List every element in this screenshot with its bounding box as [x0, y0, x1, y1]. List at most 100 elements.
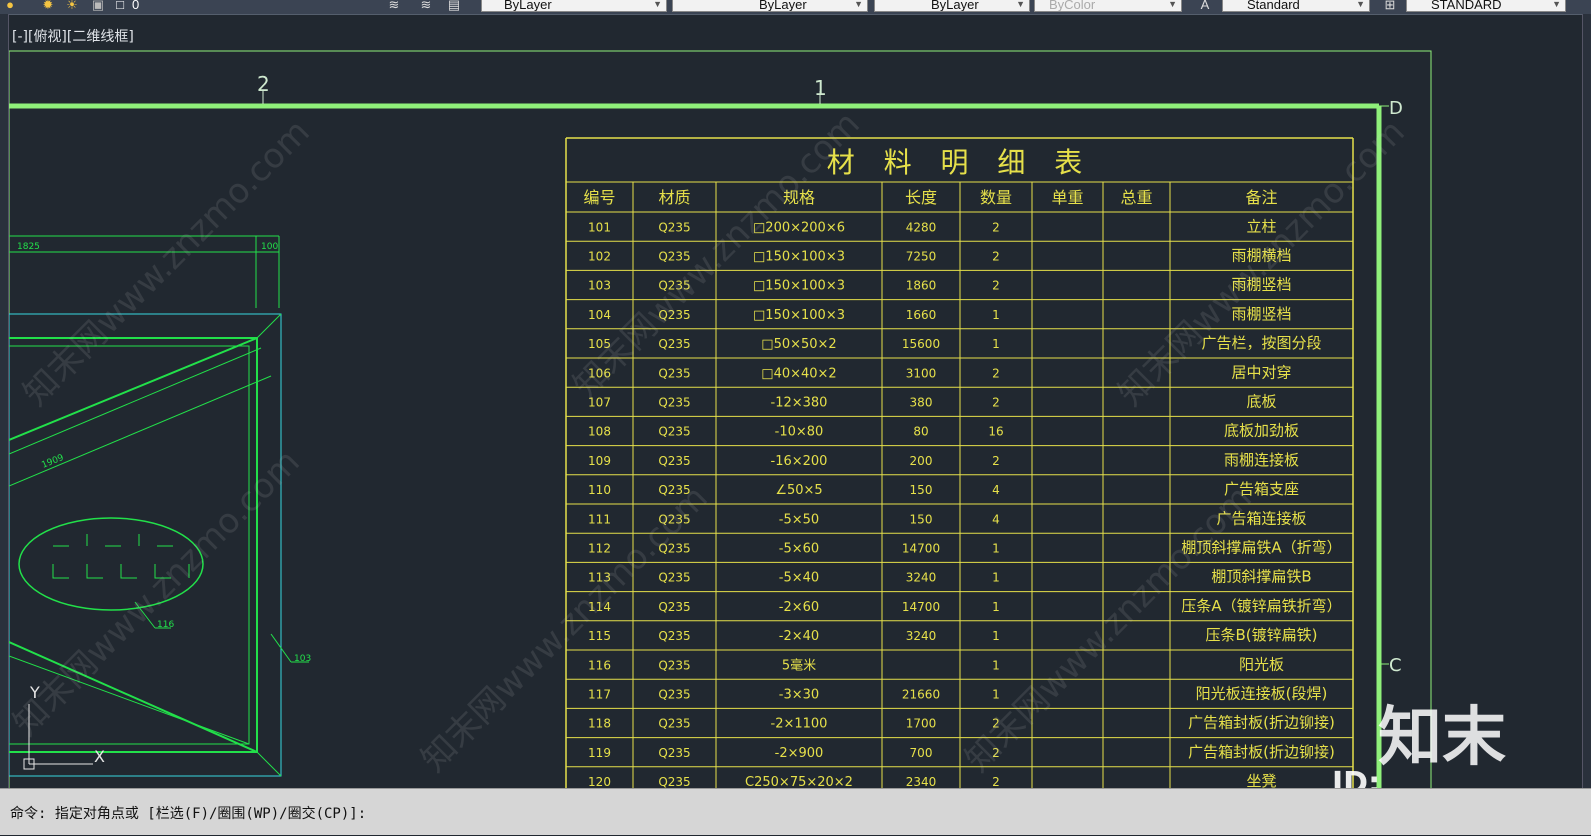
table-cell: 16 — [988, 425, 1003, 439]
viewport-controls-label[interactable]: [-][俯视][二维线框] — [12, 26, 134, 46]
table-cell: 15600 — [902, 337, 940, 351]
table-cell: 2 — [992, 279, 1000, 293]
table-cell: 116 — [588, 658, 611, 672]
table-cell: Q235 — [658, 775, 690, 788]
table-cell: -10×80 — [775, 425, 824, 440]
table-cell: Q235 — [658, 600, 690, 614]
tag-103: 103 — [294, 654, 311, 664]
table-cell: Q235 — [658, 746, 690, 760]
table-cell: Q235 — [658, 395, 690, 409]
dim-style-dropdown-label: STANDARD — [1431, 0, 1502, 12]
tag-116: 116 — [157, 620, 174, 630]
table-cell: 101 — [588, 220, 611, 234]
material-table: 材 料 明 细 表编号 材质 规格 长度 数量 单重 总重 备注101 Q235 □200×200… — [565, 137, 1354, 788]
table-cell: 2 — [992, 395, 1000, 409]
table-cell: 103 — [588, 279, 611, 293]
plotstyle-dropdown[interactable]: ByColor ▼ — [1034, 0, 1182, 12]
table-cell: 102 — [588, 249, 611, 263]
table-cell: 1860 — [906, 279, 937, 293]
table-cell: 广告箱封板(折边铆接) — [1188, 743, 1335, 761]
color-dropdown[interactable]: ByLayer ▼ — [481, 0, 667, 12]
left-scrollbar[interactable] — [0, 14, 9, 788]
table-cell: 150 — [910, 512, 933, 526]
linetype-dropdown[interactable]: ByLayer ▼ — [672, 0, 868, 12]
table-cell: 2 — [992, 775, 1000, 788]
lock-icon[interactable]: ▣ — [90, 0, 106, 12]
sheet-border — [9, 50, 1432, 788]
table-cell: 117 — [588, 687, 611, 701]
table-cell: 14700 — [902, 600, 940, 614]
linetype-dropdown-label: ByLayer — [759, 0, 807, 12]
command-line[interactable]: 命令: 指定对角点或 [栏选(F)/圈围(WP)/圈交(CP)]: — [0, 788, 1591, 835]
dim-100: 100 — [261, 242, 278, 252]
layer-states-icon[interactable]: ≋ — [386, 0, 402, 12]
layer-previous-icon[interactable]: ▤ — [446, 0, 462, 12]
table-cell: 4280 — [906, 220, 937, 234]
table-cell: Q235 — [658, 629, 690, 643]
table-cell: □40×40×2 — [761, 366, 836, 381]
table-cell: 2340 — [906, 775, 937, 788]
sun-icon[interactable]: ✹ — [40, 0, 56, 12]
table-cell: -2×1100 — [771, 717, 828, 732]
table-cell: 700 — [910, 746, 933, 760]
table-header-cell: 数量 — [980, 188, 1012, 207]
layer-match-icon[interactable]: ≋ — [418, 0, 434, 12]
right-scrollbar[interactable] — [1582, 14, 1591, 788]
table-cell: 7250 — [906, 249, 937, 263]
table-header-cell: 单重 — [1051, 188, 1083, 207]
brand-logo: 知末 — [1378, 701, 1506, 775]
grid-label-2: 2 — [257, 72, 270, 96]
table-cell: 4 — [992, 512, 1000, 526]
table-cell: 110 — [588, 483, 611, 497]
chevron-down-icon: ▼ — [1552, 0, 1561, 9]
table-cell: □150×100×3 — [753, 249, 845, 264]
table-header-cell: 编号 — [583, 188, 615, 207]
grid-label-1: 1 — [814, 76, 827, 100]
table-cell: 压条A（镀锌扁铁折弯） — [1181, 597, 1341, 615]
table-cell: 111 — [588, 512, 611, 526]
layer-dropdown[interactable]: 0 — [132, 0, 139, 12]
table-cell: 1 — [992, 600, 1000, 614]
bulb-icon[interactable]: ● — [2, 0, 18, 12]
table-cell: Q235 — [658, 366, 690, 380]
command-prompt: 命令: 指定对角点或 [栏选(F)/圈围(WP)/圈交(CP)]: — [10, 806, 367, 822]
plotstyle-dropdown-label: ByColor — [1049, 0, 1096, 12]
table-cell: 阳光板 — [1239, 655, 1284, 673]
table-cell: 109 — [588, 454, 611, 468]
dim-1909: 1909 — [40, 453, 65, 471]
table-cell: 118 — [588, 717, 611, 731]
table-cell: 3240 — [906, 629, 937, 643]
table-cell: -2×60 — [779, 600, 819, 615]
dim-style-icon[interactable]: ⊞ — [1382, 0, 1398, 12]
text-style-icon[interactable]: A — [1197, 0, 1213, 12]
table-cell: 广告箱封板(折边铆接) — [1188, 714, 1335, 732]
text-style-dropdown[interactable]: Standard ▼ — [1222, 0, 1370, 12]
ucs-x-label: X — [94, 747, 105, 766]
table-cell: 1 — [992, 337, 1000, 351]
chevron-down-icon: ▼ — [1168, 0, 1177, 9]
dim-style-dropdown[interactable]: STANDARD ▼ — [1406, 0, 1566, 12]
lineweight-dropdown[interactable]: ByLayer ▼ — [874, 0, 1030, 12]
freeze-icon[interactable]: ☀ — [64, 0, 80, 12]
table-cell: 120 — [588, 775, 611, 788]
table-header-cell: 材质 — [658, 188, 690, 207]
table-cell: 1700 — [906, 717, 937, 731]
table-cell: 1 — [992, 541, 1000, 555]
table-cell: -3×30 — [779, 687, 819, 702]
table-cell: 108 — [588, 425, 611, 439]
table-cell: 21660 — [902, 687, 940, 701]
table-cell: Q235 — [658, 220, 690, 234]
table-cell: 3240 — [906, 571, 937, 585]
table-cell: □50×50×2 — [761, 337, 836, 352]
table-cell: 1 — [992, 658, 1000, 672]
dim-1825: 1825 — [17, 242, 40, 252]
table-cell: Q235 — [658, 717, 690, 731]
table-cell: Q235 — [658, 658, 690, 672]
table-cell: 119 — [588, 746, 611, 760]
table-title: 材 料 明 细 表 — [827, 146, 1093, 179]
table-cell: 2 — [992, 454, 1000, 468]
table-cell: 5毫米 — [782, 657, 816, 673]
table-cell: 2 — [992, 366, 1000, 380]
table-cell: 4 — [992, 483, 1000, 497]
table-header-cell: 长度 — [905, 188, 937, 207]
